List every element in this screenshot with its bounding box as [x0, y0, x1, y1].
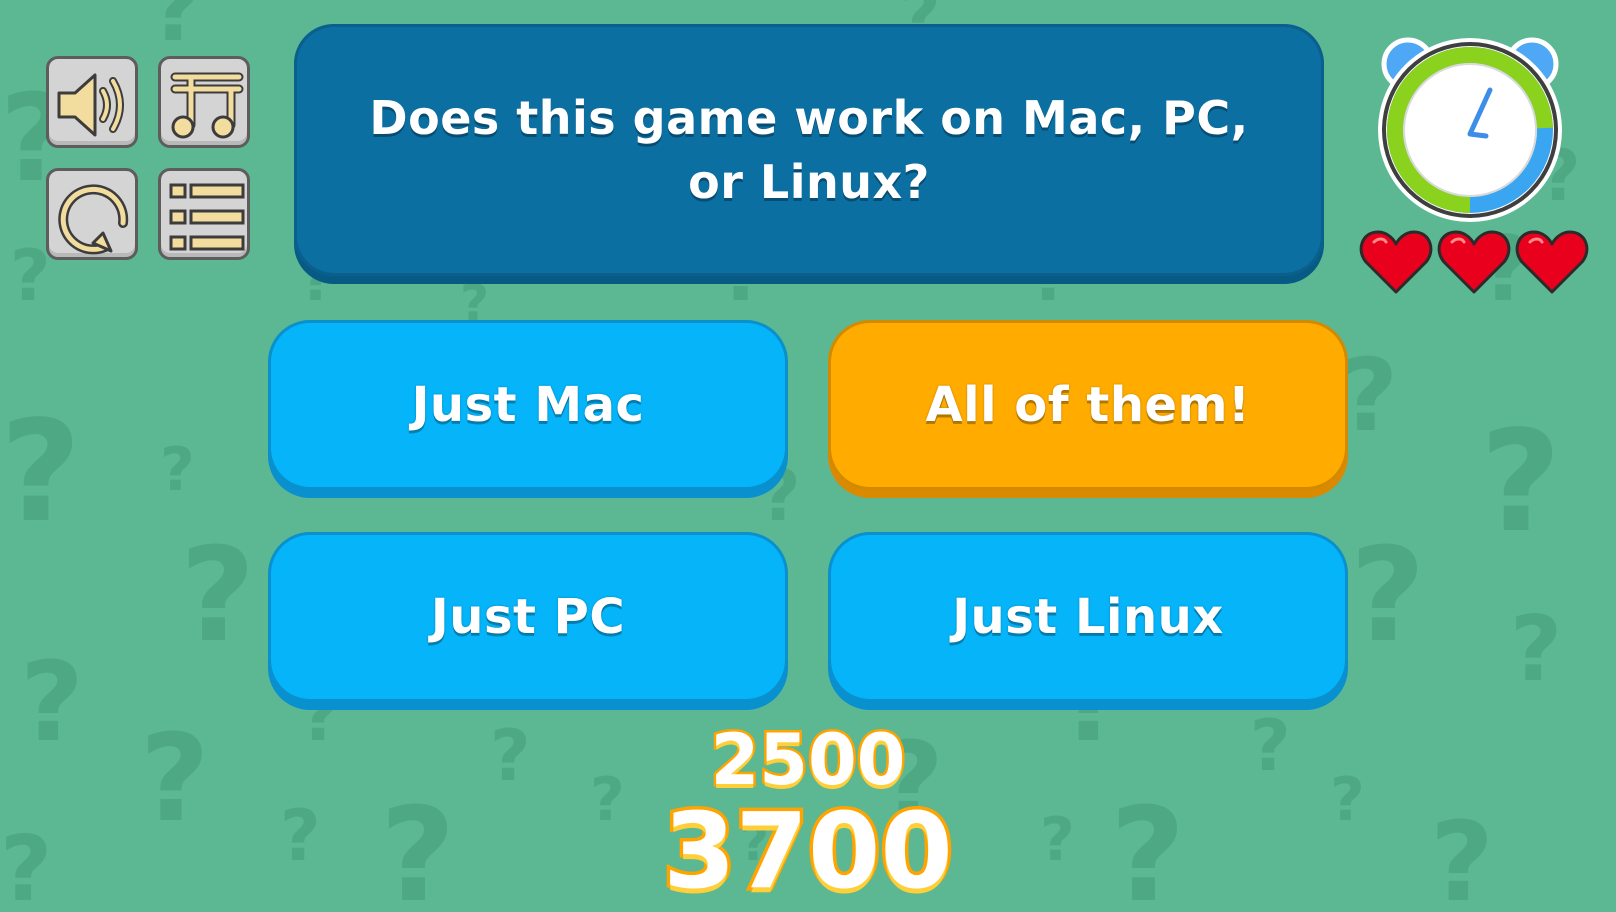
- svg-text:?: ?: [150, 0, 202, 62]
- answer-button-just-linux[interactable]: Just Linux: [828, 532, 1348, 702]
- sound-button[interactable]: [46, 56, 138, 148]
- restart-icon: [58, 184, 129, 255]
- heart-icon: [1515, 230, 1589, 294]
- music-note-icon: [170, 72, 244, 139]
- answer-button-just-mac[interactable]: Just Mac: [268, 320, 788, 490]
- speaker-icon: [57, 73, 124, 137]
- svg-text:?: ?: [1510, 597, 1562, 702]
- svg-text:?: ?: [1350, 519, 1425, 671]
- question-text: Does this game work on Mac, PC, or Linux…: [369, 91, 1249, 209]
- answer-button-all-of-them[interactable]: All of them!: [828, 320, 1348, 490]
- answer-button-just-pc[interactable]: Just PC: [268, 532, 788, 702]
- question-box: Does this game work on Mac, PC, or Linux…: [294, 24, 1324, 276]
- svg-text:?: ?: [10, 235, 51, 317]
- svg-text:?: ?: [1480, 401, 1561, 564]
- answer-label: Just PC: [430, 589, 626, 645]
- restart-button[interactable]: [46, 168, 138, 260]
- answer-label: Just Mac: [411, 377, 645, 433]
- list-menu-icon: [169, 183, 245, 251]
- heart-icon: [1437, 230, 1511, 294]
- svg-text:?: ?: [0, 391, 81, 554]
- music-button[interactable]: [158, 56, 250, 148]
- svg-text:?: ?: [1340, 337, 1398, 454]
- lives-hearts: [1359, 230, 1589, 294]
- total-score: 3700: [660, 790, 956, 912]
- svg-text:?: ?: [180, 519, 255, 671]
- answer-label: All of them!: [925, 377, 1251, 433]
- heart-icon: [1359, 230, 1433, 294]
- svg-text:?: ?: [160, 435, 195, 505]
- answer-label: Just Linux: [952, 589, 1224, 645]
- alarm-clock-icon: [1378, 37, 1562, 222]
- menu-button[interactable]: [158, 168, 250, 260]
